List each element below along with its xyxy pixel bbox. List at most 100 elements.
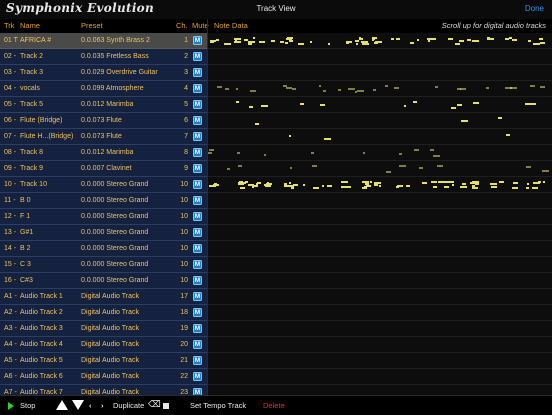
track-info[interactable]: A1 - Audio Track 1 Digital Audio Track 17 M <box>0 289 207 305</box>
track-row[interactable]: 07 - Flute H...(Bridge) 0.0.073 Flute 7 M <box>0 129 552 145</box>
move-down-arrow-icon[interactable] <box>72 400 84 410</box>
mute-button[interactable]: M <box>193 340 202 349</box>
mute-button[interactable]: M <box>193 228 202 237</box>
note-data-lane[interactable] <box>208 337 552 353</box>
mute-button[interactable]: M <box>193 308 202 317</box>
note-data-lane[interactable] <box>208 49 552 65</box>
mute-button[interactable]: M <box>193 180 202 189</box>
mute-button[interactable]: M <box>193 116 202 125</box>
note-data-lane[interactable] <box>208 289 552 305</box>
track-row[interactable]: A1 - Audio Track 1 Digital Audio Track 17 M <box>0 289 552 305</box>
note-data-lane[interactable] <box>208 97 552 113</box>
mute-button[interactable]: M <box>193 276 202 285</box>
track-info[interactable]: 16 - C#3 0.0.000 Stereo Grand 10 M <box>0 273 207 289</box>
chevron-right-icon[interactable]: › <box>101 401 104 410</box>
mute-button[interactable]: M <box>193 260 202 269</box>
track-row[interactable]: 10 - Track 10 0.0.000 Stereo Grand 10 M <box>0 177 552 193</box>
mute-button[interactable]: M <box>193 324 202 333</box>
note-data-lane[interactable] <box>208 161 552 177</box>
mute-button[interactable]: M <box>193 100 202 109</box>
mute-button[interactable]: M <box>193 388 202 395</box>
note-data-lane[interactable] <box>208 273 552 289</box>
track-info[interactable]: 09 - Track 9 0.0.007 Clavinet 9 M <box>0 161 207 177</box>
track-row[interactable]: 15 -C 3 0.0.000 Stereo Grand 10 M <box>0 257 552 273</box>
note-data-lane[interactable] <box>208 321 552 337</box>
duplicate-button[interactable]: Duplicate <box>113 401 144 410</box>
mute-button[interactable]: M <box>193 36 202 45</box>
track-info[interactable]: 13 - G#1 0.0.000 Stereo Grand 10 M <box>0 225 207 241</box>
track-info[interactable]: A7 - Audio Track 7 Digital Audio Track 23 M <box>0 385 207 395</box>
track-info[interactable]: A2 - Audio Track 2 Digital Audio Track 18 M <box>0 305 207 321</box>
note-data-lane[interactable] <box>208 353 552 369</box>
track-row[interactable]: 03 - Track 3 0.0.029 Overdrive Guitar 3 M <box>0 65 552 81</box>
note-data-lane[interactable] <box>208 33 552 49</box>
mute-button[interactable]: M <box>193 212 202 221</box>
note-data-lane[interactable] <box>208 65 552 81</box>
eraser-icon[interactable]: ⌫ <box>148 399 161 410</box>
track-row[interactable]: 13 - G#1 0.0.000 Stereo Grand 10 M <box>0 225 552 241</box>
mute-button[interactable]: M <box>193 84 202 93</box>
track-row[interactable]: 11 - B 0 0.0.000 Stereo Grand 10 M <box>0 193 552 209</box>
track-row[interactable]: A7 - Audio Track 7 Digital Audio Track 23 M <box>0 385 552 395</box>
delete-button[interactable]: Delete <box>263 401 285 410</box>
track-row[interactable]: 01 T AFRICA # 0.0.063 Synth Brass 2 1M <box>0 33 552 49</box>
note-data-lane[interactable] <box>208 193 552 209</box>
mute-button[interactable]: M <box>193 196 202 205</box>
track-row[interactable]: 05 - Track 5 0.0.012 Marimba 5 M <box>0 97 552 113</box>
note-data-lane[interactable] <box>208 385 552 395</box>
track-row[interactable]: 09 - Track 9 0.0.007 Clavinet 9 M <box>0 161 552 177</box>
mute-button[interactable]: M <box>193 244 202 253</box>
move-up-arrow-icon[interactable] <box>56 400 68 410</box>
track-row[interactable]: 14 -B 2 0.0.000 Stereo Grand 10 M <box>0 241 552 257</box>
mute-button[interactable]: M <box>193 164 202 173</box>
note-data-lane[interactable] <box>208 209 552 225</box>
track-info[interactable]: 07 - Flute H...(Bridge) 0.0.073 Flute 7 M <box>0 129 207 145</box>
track-info[interactable]: A3 - Audio Track 3 Digital Audio Track 19 M <box>0 321 207 337</box>
track-row[interactable]: 16 - C#3 0.0.000 Stereo Grand 10 M <box>0 273 552 289</box>
mute-button[interactable]: M <box>193 356 202 365</box>
note-data-lane[interactable] <box>208 369 552 385</box>
track-info[interactable]: 04 - vocals 0.0.099 Atmosphere 4 M <box>0 81 207 97</box>
note-data-lane[interactable] <box>208 145 552 161</box>
mute-button[interactable]: M <box>193 52 202 61</box>
mute-button[interactable]: M <box>193 68 202 77</box>
track-info[interactable]: A5 - Audio Track 5 Digital Audio Track 21 M <box>0 353 207 369</box>
track-row[interactable]: A6 - Audio Track 6 Digital Audio Track 22 M <box>0 369 552 385</box>
track-info[interactable]: 02 - Track 2 0.0.035 Fretless Bass 2 M <box>0 49 207 65</box>
track-info[interactable]: 01 T AFRICA # 0.0.063 Synth Brass 2 1M <box>0 33 207 49</box>
note-data-lane[interactable] <box>208 241 552 257</box>
track-info[interactable]: 06 - Flute (Bridge) 0.0.073 Flute 6 M <box>0 113 207 129</box>
track-info[interactable]: 12 -F 1 0.0.000 Stereo Grand 10 M <box>0 209 207 225</box>
track-list[interactable]: 01 T AFRICA #0.0.063 Synth Brass 2 1 M 02 -T… <box>0 33 552 395</box>
track-row[interactable]: 02 - Track 2 0.0.035 Fretless Bass 2 M <box>0 49 552 65</box>
track-info[interactable]: 15 -C 3 0.0.000 Stereo Grand 10 M <box>0 257 207 273</box>
mute-button[interactable]: M <box>193 132 202 141</box>
track-info[interactable]: A4 - Audio Track 4 Digital Audio Track 20 M <box>0 337 207 353</box>
note-data-lane[interactable] <box>208 81 552 97</box>
track-info[interactable]: 10 - Track 10 0.0.000 Stereo Grand 10 M <box>0 177 207 193</box>
set-tempo-track-button[interactable]: Set Tempo Track <box>190 401 246 410</box>
track-row[interactable]: 04 - vocals 0.0.099 Atmosphere 4 M <box>0 81 552 97</box>
note-data-lane[interactable] <box>208 225 552 241</box>
stop-square-icon[interactable] <box>163 403 169 409</box>
track-row[interactable]: A5 - Audio Track 5 Digital Audio Track 21 M <box>0 353 552 369</box>
track-row[interactable]: A3 - Audio Track 3 Digital Audio Track 19 M <box>0 321 552 337</box>
track-info[interactable]: 11 - B 0 0.0.000 Stereo Grand 10 M <box>0 193 207 209</box>
done-button[interactable]: Done <box>525 4 544 13</box>
mute-button[interactable]: M <box>193 292 202 301</box>
track-row[interactable]: 06 - Flute (Bridge) 0.0.073 Flute 6 M <box>0 113 552 129</box>
chevron-left-icon[interactable]: ‹ <box>89 401 92 410</box>
track-info[interactable]: 14 -B 2 0.0.000 Stereo Grand 10 M <box>0 241 207 257</box>
note-data-lane[interactable] <box>208 113 552 129</box>
track-info[interactable]: 05 - Track 5 0.0.012 Marimba 5 M <box>0 97 207 113</box>
track-row[interactable]: 08 - Track 8 0.0.012 Marimba 8 M <box>0 145 552 161</box>
mute-button[interactable]: M <box>193 372 202 381</box>
track-row[interactable]: A2 - Audio Track 2 Digital Audio Track 18 M <box>0 305 552 321</box>
note-data-lane[interactable] <box>208 305 552 321</box>
mute-button[interactable]: M <box>193 148 202 157</box>
note-data-lane[interactable] <box>208 177 552 193</box>
track-row[interactable]: 12 -F 1 0.0.000 Stereo Grand 10 M <box>0 209 552 225</box>
note-data-lane[interactable] <box>208 257 552 273</box>
play-icon[interactable] <box>8 402 14 410</box>
track-info[interactable]: 08 - Track 8 0.0.012 Marimba 8 M <box>0 145 207 161</box>
